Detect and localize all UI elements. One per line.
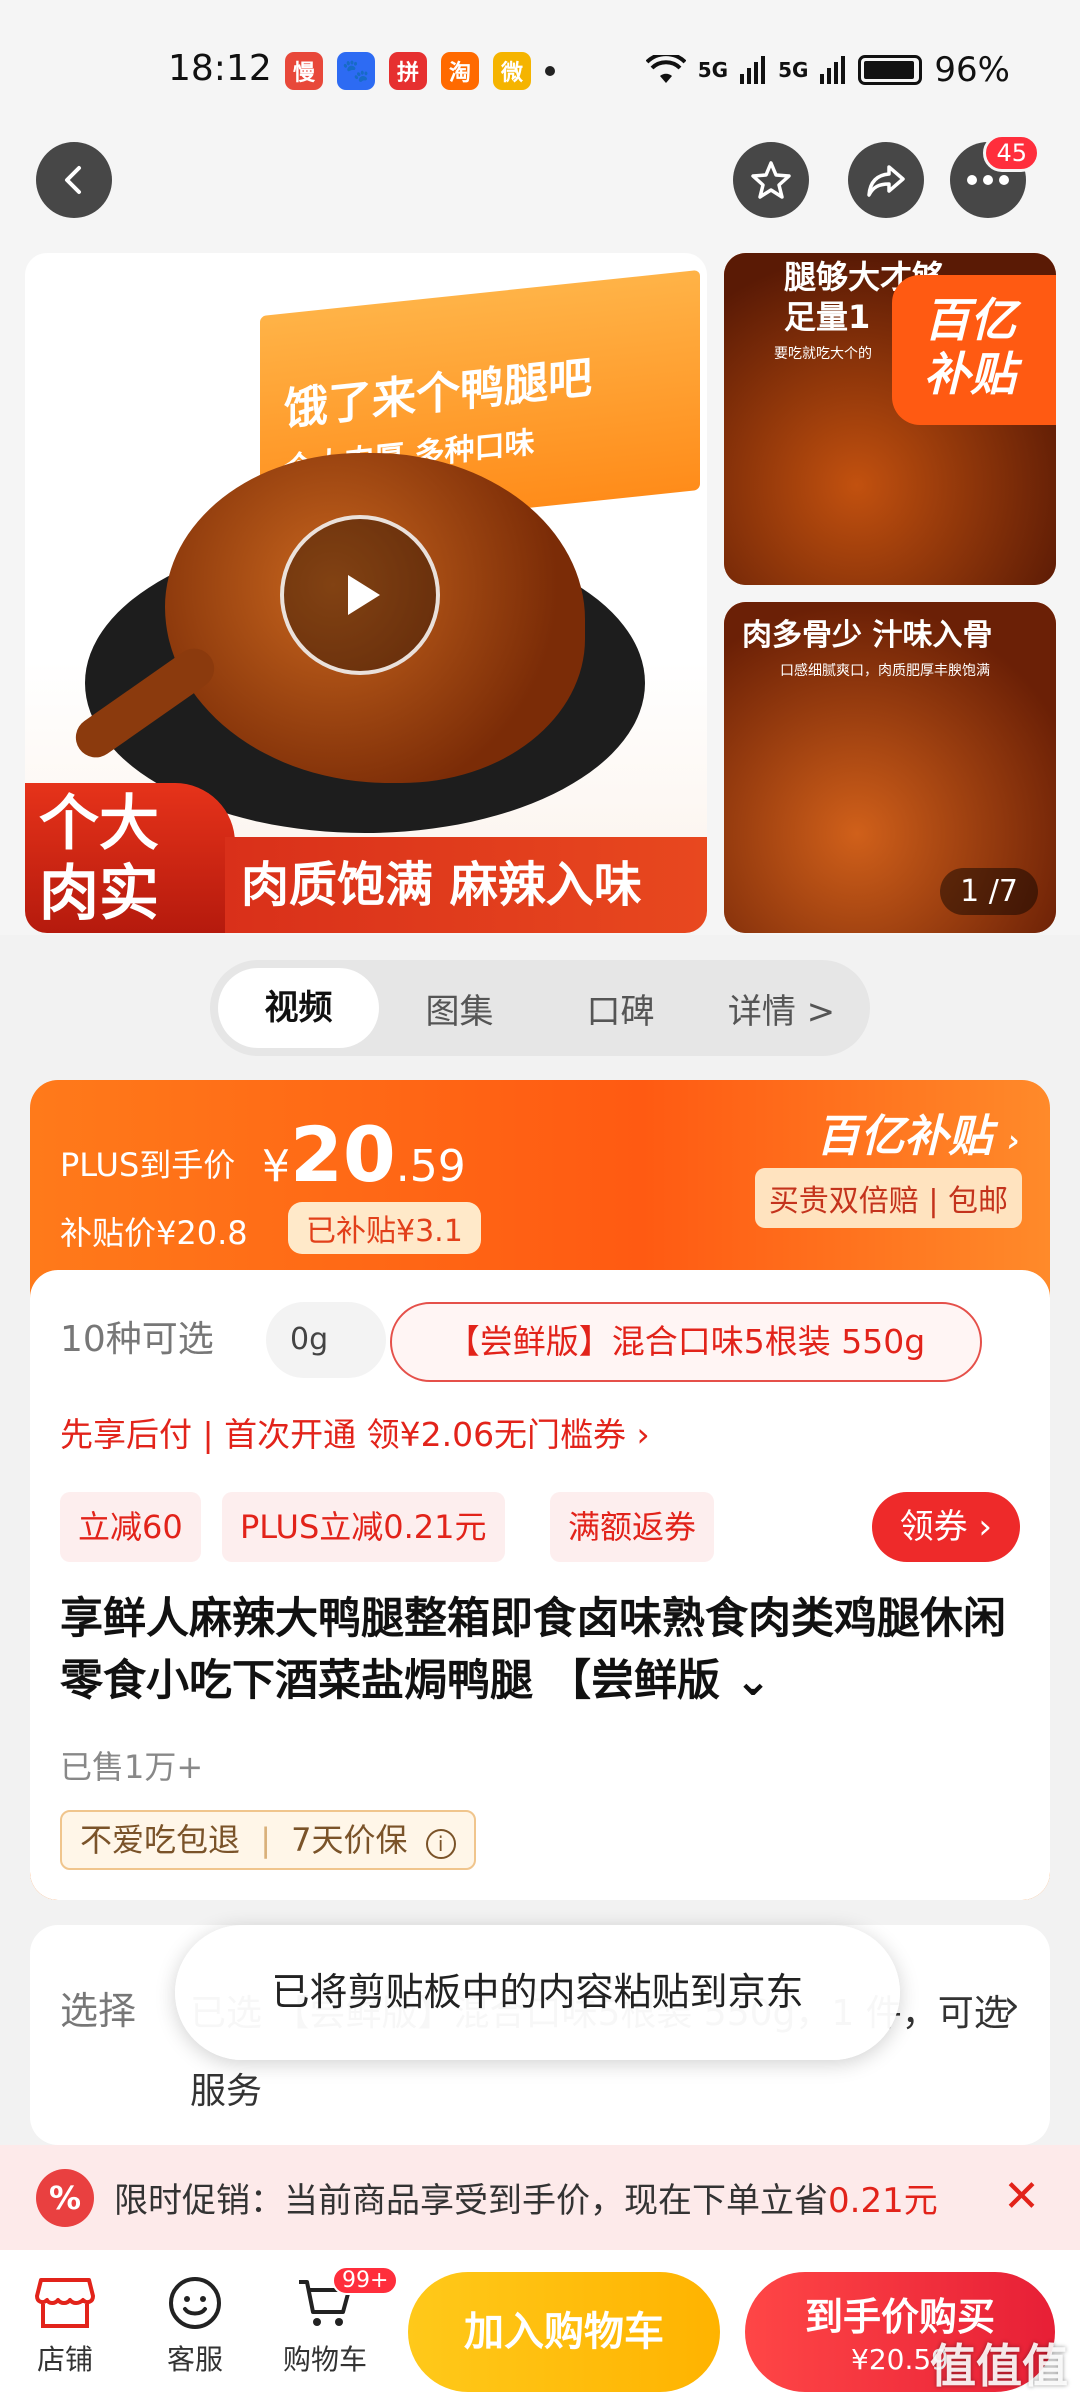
price-decimal: .59 bbox=[395, 1141, 466, 1192]
gallery-thumb-2[interactable]: 肉多骨少 汁味入骨 口感细腻爽口，肉质肥厚丰腴饱满 1 /7 bbox=[724, 602, 1056, 933]
price-integer: 20 bbox=[290, 1110, 396, 1199]
shop-label: 店铺 bbox=[36, 2343, 93, 2376]
chevron-down-icon: ⌄ bbox=[734, 1656, 771, 1706]
thumb-2-sub: 口感细腻爽口，肉质肥厚丰腴饱满 bbox=[780, 663, 990, 679]
share-button[interactable] bbox=[848, 142, 924, 218]
box-text-1: 饿了来个鸭腿吧 bbox=[284, 352, 592, 436]
bottom-action-bar: 店铺 客服 购物车 99+ 加入购物车 到手价购买 ¥20.59 bbox=[0, 2250, 1080, 2400]
service-label: 客服 bbox=[166, 2343, 223, 2376]
cart-badge: 99+ bbox=[332, 2266, 399, 2295]
more-dots-icon bbox=[967, 175, 1009, 185]
store-icon bbox=[35, 2278, 95, 2328]
subsidy-badge: 百亿 补贴 bbox=[892, 275, 1056, 425]
gallery-thumb-1[interactable]: 腿够大才够 足量1 要吃就吃大个的 百亿 补贴 bbox=[724, 253, 1056, 585]
product-title-text: 享鲜人麻辣大鸭腿整箱即食卤味熟食肉类鸡腿休闲零食小吃下酒菜盐焗鸭腿 【尝鲜版 bbox=[60, 1594, 1006, 1706]
chevron-right-circle-icon: › bbox=[1007, 1124, 1020, 1159]
more-button[interactable]: 45 bbox=[950, 134, 1040, 218]
manhua-app-icon: 慢 bbox=[285, 52, 323, 90]
limited-promo-amount: 0.21元 bbox=[828, 2181, 938, 2221]
info-icon: i bbox=[425, 1829, 456, 1859]
cart-button[interactable]: 购物车 99+ bbox=[270, 2266, 399, 2378]
select-label: 选择 bbox=[60, 1989, 137, 2033]
subsidy-brand-label: 百亿补贴 bbox=[816, 1111, 993, 1162]
notification-icons: 慢 🐾 拼 淘 微 bbox=[285, 52, 555, 90]
pay-later-line[interactable]: 先享后付 | 首次开通 领¥2.06无门槛券 › bbox=[60, 1408, 650, 1456]
chat-smile-icon bbox=[169, 2277, 221, 2329]
guarantee-return: 不爱吃包退 bbox=[80, 1821, 241, 1859]
battery-percent: 96% bbox=[934, 50, 1010, 90]
limited-promo-prefix: 限时促销：当前商品享受到手价，现在下单立省 bbox=[114, 2181, 828, 2221]
currency-symbol: ¥ bbox=[262, 1141, 290, 1192]
variant-count[interactable]: 10种可选 bbox=[60, 1310, 214, 1362]
plus-price: ¥20.59 bbox=[262, 1110, 466, 1199]
gallery-counter: 1 /7 bbox=[940, 868, 1038, 915]
add-to-cart-button[interactable]: 加入购物车 bbox=[408, 2272, 720, 2392]
status-bar: 18:12 慢 🐾 拼 淘 微 5G 5G 96% bbox=[0, 0, 1080, 140]
status-right: 5G 5G 96% bbox=[645, 50, 1010, 90]
taobao-app-icon: 淘 bbox=[441, 52, 479, 90]
content-tabs: 视频 图集 口碑 详情 > bbox=[210, 960, 870, 1056]
tab-gallery[interactable]: 图集 bbox=[379, 984, 540, 1033]
price-card: PLUS到手价 ¥20.59 补贴价¥20.8 已补贴¥3.1 百亿补贴 › 买… bbox=[30, 1080, 1050, 1900]
close-icon[interactable]: ✕ bbox=[1003, 2171, 1040, 2222]
watermark-logo: 值值值 bbox=[930, 2339, 1068, 2393]
star-icon bbox=[751, 161, 791, 199]
thumb-1-sub: 要吃就吃大个的 bbox=[774, 346, 872, 362]
subsidy-brand-link[interactable]: 百亿补贴 › bbox=[816, 1100, 1020, 1164]
caption-big: 个大 肉实 bbox=[25, 783, 235, 933]
guarantee-tags[interactable]: 不爱吃包退 | 7天价保 i bbox=[60, 1810, 476, 1870]
play-icon bbox=[348, 575, 380, 615]
promo-tag-plus: PLUS立减0.21元 bbox=[222, 1492, 505, 1562]
favorite-button[interactable] bbox=[733, 142, 809, 218]
variant-chip[interactable]: 0g bbox=[266, 1302, 386, 1378]
play-video-button[interactable] bbox=[280, 515, 440, 675]
battery-icon bbox=[858, 55, 923, 85]
customer-service-button[interactable]: 客服 bbox=[140, 2268, 250, 2378]
product-info: 10种可选 0g 【尝鲜版】混合口味5根装 550g 先享后付 | 首次开通 领… bbox=[30, 1270, 1050, 1900]
status-time: 18:12 bbox=[168, 48, 272, 89]
percent-icon: % bbox=[36, 2168, 94, 2227]
promo-tag-rebate: 满额返券 bbox=[550, 1492, 715, 1562]
signal-1-label: 5G bbox=[697, 58, 729, 82]
message-badge: 45 bbox=[983, 134, 1040, 172]
caption-banner: 肉质饱满 麻辣入味 bbox=[225, 837, 707, 933]
tab-video[interactable]: 视频 bbox=[218, 968, 379, 1048]
divider: | bbox=[260, 1821, 271, 1859]
tab-details[interactable]: 详情 > bbox=[701, 984, 862, 1033]
shop-button[interactable]: 店铺 bbox=[10, 2268, 120, 2378]
product-gallery: 饿了来个鸭腿吧 个大肉厚 多种口味 个大 肉实 肉质饱满 麻辣入味 腿够大才够 … bbox=[0, 140, 1080, 935]
chevron-right-icon: › bbox=[978, 1507, 992, 1547]
coupon-label: 领券 bbox=[899, 1507, 968, 1547]
signal-1-icon bbox=[740, 56, 766, 84]
subsidy-price: 补贴价¥20.8 bbox=[60, 1214, 248, 1252]
weibo-app-icon: 微 bbox=[493, 52, 531, 90]
thumb-2-title: 肉多骨少 汁味入骨 bbox=[742, 618, 993, 653]
limited-promo-text: 限时促销：当前商品享受到手价，现在下单立省0.21元 bbox=[114, 2173, 938, 2222]
chevron-right-icon: › bbox=[1003, 1980, 1020, 2029]
subsidy-tag: 已补贴¥3.1 bbox=[288, 1202, 481, 1254]
signal-2-label: 5G bbox=[778, 58, 809, 82]
wifi-icon bbox=[645, 55, 686, 83]
share-icon bbox=[867, 165, 905, 197]
variant-selected[interactable]: 【尝鲜版】混合口味5根装 550g bbox=[390, 1302, 982, 1382]
brand-guarantee: 买贵双倍赔 | 包邮 bbox=[754, 1168, 1022, 1228]
signal-2-icon bbox=[820, 56, 846, 84]
back-button[interactable] bbox=[36, 142, 112, 218]
more-notifications-dot bbox=[545, 66, 555, 76]
product-title[interactable]: 享鲜人麻辣大鸭腿整箱即食卤味熟食肉类鸡腿休闲零食小吃下酒菜盐焗鸭腿 【尝鲜版 ⌄ bbox=[60, 1588, 1020, 1712]
clipboard-toast: 已将剪贴板中的内容粘贴到京东 bbox=[175, 1925, 900, 2060]
main-product-image[interactable]: 饿了来个鸭腿吧 个大肉厚 多种口味 个大 肉实 肉质饱满 麻辣入味 bbox=[25, 253, 707, 933]
guarantee-price: 7天价保 bbox=[291, 1821, 408, 1859]
promo-tag-discount: 立减60 bbox=[60, 1492, 201, 1562]
limited-promo-banner: % 限时促销：当前商品享受到手价，现在下单立省0.21元 ✕ bbox=[0, 2145, 1080, 2250]
plus-price-label: PLUS到手价 bbox=[60, 1146, 236, 1184]
cart-label: 购物车 bbox=[282, 2343, 367, 2376]
baidu-app-icon: 🐾 bbox=[337, 52, 375, 90]
chevron-left-icon bbox=[65, 166, 81, 194]
get-coupon-button[interactable]: 领券 › bbox=[871, 1492, 1020, 1562]
tab-reviews[interactable]: 口碑 bbox=[540, 984, 701, 1033]
pinduoduo-app-icon: 拼 bbox=[389, 52, 427, 90]
sold-count: 已售1万+ bbox=[60, 1748, 204, 1786]
